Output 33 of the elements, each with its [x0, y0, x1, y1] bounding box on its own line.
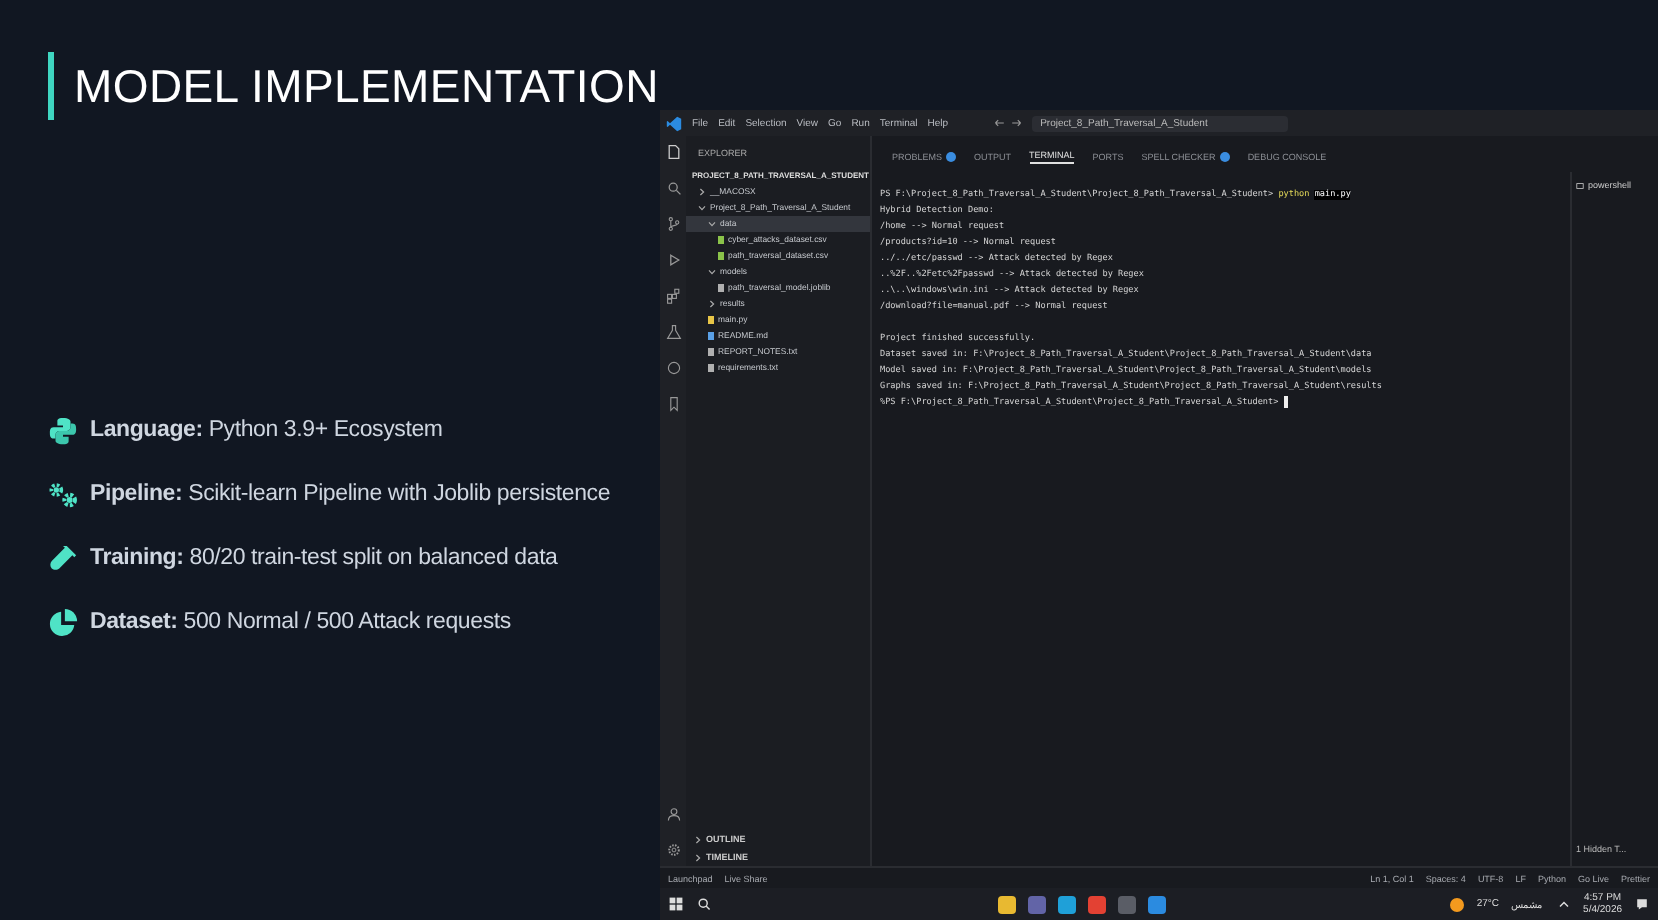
chevron-right-icon[interactable] [698, 188, 706, 196]
notification-icon[interactable] [1634, 896, 1651, 912]
account-icon[interactable] [665, 806, 681, 822]
bullet-text: Training: 80/20 train-test split on balanced data [90, 546, 558, 570]
bullet-text: Dataset: 500 Normal / 500 Attack requests [90, 610, 511, 634]
bullet-text: Language: Python 3.9+ Ecosystem [90, 418, 443, 442]
extensions-icon[interactable] [665, 288, 681, 304]
search-icon[interactable] [665, 180, 681, 196]
bookmark-icon[interactable] [665, 396, 681, 412]
windows-start-icon[interactable] [668, 896, 684, 912]
tray-caret-icon[interactable] [1555, 896, 1572, 912]
editor-logo-icon [666, 115, 682, 131]
slide-title: MODEL IMPLEMENTATION [74, 59, 659, 113]
chevron-right-icon[interactable] [694, 853, 702, 861]
search-icon[interactable] [696, 896, 712, 912]
chevron-right-icon[interactable] [708, 300, 716, 308]
weather-icon [1450, 897, 1465, 911]
source-control-icon[interactable] [665, 216, 681, 232]
files-icon[interactable] [665, 144, 681, 160]
chevron-down-icon[interactable] [708, 268, 716, 276]
run-debug-icon[interactable] [665, 252, 681, 268]
settings-icon[interactable] [665, 842, 681, 858]
cursor [1283, 396, 1288, 408]
flask-icon[interactable] [665, 324, 681, 340]
pie-chart-icon [48, 607, 78, 637]
bullet-text: Pipeline: Scikit-learn Pipeline with Joblib persistence [90, 482, 611, 506]
gears-icon [48, 479, 78, 509]
terminal-icon [1576, 181, 1584, 189]
chevron-right-icon[interactable] [694, 835, 702, 843]
back-forward-icon[interactable] [994, 118, 1023, 128]
test-tube-icon [48, 543, 78, 573]
python-logo-icon [48, 415, 78, 445]
accent-bar [48, 52, 54, 120]
